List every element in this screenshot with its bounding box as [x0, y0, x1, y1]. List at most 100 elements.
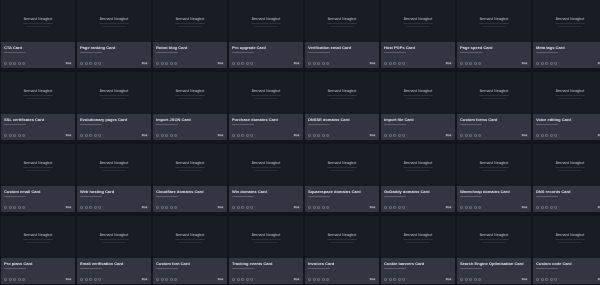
comment-icon[interactable]	[236, 206, 240, 209]
save-icon[interactable]	[321, 206, 325, 209]
like-icon[interactable]	[308, 206, 311, 209]
save-icon[interactable]	[169, 206, 173, 209]
save-icon[interactable]	[321, 62, 325, 65]
card-preview[interactable]: Bernard Neagbot	[533, 144, 600, 186]
comment-icon[interactable]	[540, 278, 544, 281]
like-icon[interactable]	[384, 206, 387, 209]
comment-icon[interactable]	[388, 62, 392, 65]
share-icon[interactable]	[89, 278, 93, 281]
share-icon[interactable]	[545, 278, 549, 281]
share-icon[interactable]	[13, 206, 17, 209]
card[interactable]: Bernard Neagbot CTA Card Free	[1, 0, 75, 68]
share-icon[interactable]	[317, 206, 321, 209]
like-icon[interactable]	[4, 134, 7, 137]
more-icon[interactable]	[22, 206, 26, 209]
more-icon[interactable]	[554, 206, 558, 209]
save-icon[interactable]	[17, 62, 21, 65]
comment-icon[interactable]	[236, 62, 240, 65]
card[interactable]: Bernard Neagbot Robot blog Card Free	[153, 0, 227, 68]
more-icon[interactable]	[98, 134, 102, 137]
like-icon[interactable]	[156, 134, 159, 137]
more-icon[interactable]	[478, 62, 482, 65]
more-icon[interactable]	[478, 134, 482, 137]
more-icon[interactable]	[174, 134, 178, 137]
card[interactable]: Bernard Neagbot DNS records Card Free	[533, 144, 600, 212]
save-icon[interactable]	[17, 206, 21, 209]
card[interactable]: Bernard Neagbot Wix domains Card Free	[229, 144, 303, 212]
save-icon[interactable]	[321, 134, 325, 137]
comment-icon[interactable]	[8, 278, 12, 281]
share-icon[interactable]	[165, 134, 169, 137]
more-icon[interactable]	[326, 134, 330, 137]
share-icon[interactable]	[469, 206, 473, 209]
comment-icon[interactable]	[160, 62, 164, 65]
card[interactable]: Bernard Neagbot Custom forms Card Free	[457, 72, 531, 140]
share-icon[interactable]	[469, 134, 473, 137]
like-icon[interactable]	[308, 134, 311, 137]
card[interactable]: Bernard Neagbot Invoices Card Free	[305, 216, 379, 284]
share-icon[interactable]	[469, 62, 473, 65]
card[interactable]: Bernard Neagbot Email verification Card …	[77, 216, 151, 284]
comment-icon[interactable]	[388, 134, 392, 137]
card[interactable]: Bernard Neagbot Purchase domains Card Fr…	[229, 72, 303, 140]
card[interactable]: Bernard Neagbot Verification email Card …	[305, 0, 379, 68]
more-icon[interactable]	[326, 206, 330, 209]
save-icon[interactable]	[473, 134, 477, 137]
like-icon[interactable]	[308, 278, 311, 281]
card-preview[interactable]: Bernard Neagbot	[457, 72, 531, 114]
save-icon[interactable]	[93, 278, 97, 281]
more-icon[interactable]	[554, 134, 558, 137]
comment-icon[interactable]	[540, 134, 544, 137]
comment-icon[interactable]	[8, 62, 12, 65]
comment-icon[interactable]	[388, 278, 392, 281]
card[interactable]: Bernard Neagbot Cloudflare domains Card …	[153, 144, 227, 212]
card-preview[interactable]: Bernard Neagbot	[1, 72, 75, 114]
more-icon[interactable]	[326, 278, 330, 281]
card[interactable]: Bernard Neagbot Squarespace domains Card…	[305, 144, 379, 212]
more-icon[interactable]	[22, 278, 26, 281]
card[interactable]: Bernard Neagbot Custom email Card Free	[1, 144, 75, 212]
like-icon[interactable]	[4, 278, 7, 281]
comment-icon[interactable]	[312, 278, 316, 281]
card-preview[interactable]: Bernard Neagbot	[381, 216, 455, 258]
save-icon[interactable]	[245, 134, 249, 137]
card-preview[interactable]: Bernard Neagbot	[77, 72, 151, 114]
like-icon[interactable]	[232, 134, 235, 137]
card-preview[interactable]: Bernard Neagbot	[229, 72, 303, 114]
like-icon[interactable]	[384, 134, 387, 137]
more-icon[interactable]	[478, 206, 482, 209]
card[interactable]: Bernard Neagbot Page speed Card Free	[457, 0, 531, 68]
more-icon[interactable]	[554, 62, 558, 65]
like-icon[interactable]	[232, 278, 235, 281]
comment-icon[interactable]	[312, 62, 316, 65]
card[interactable]: Bernard Neagbot Search Engine Optimisati…	[457, 216, 531, 284]
like-icon[interactable]	[536, 62, 539, 65]
like-icon[interactable]	[80, 278, 83, 281]
share-icon[interactable]	[241, 278, 245, 281]
like-icon[interactable]	[536, 278, 539, 281]
like-icon[interactable]	[232, 206, 235, 209]
card-preview[interactable]: Bernard Neagbot	[153, 216, 227, 258]
more-icon[interactable]	[250, 278, 254, 281]
save-icon[interactable]	[93, 134, 97, 137]
card-preview[interactable]: Bernard Neagbot	[77, 0, 151, 42]
save-icon[interactable]	[397, 206, 401, 209]
share-icon[interactable]	[317, 278, 321, 281]
save-icon[interactable]	[321, 278, 325, 281]
share-icon[interactable]	[393, 62, 397, 65]
card-preview[interactable]: Bernard Neagbot	[1, 216, 75, 258]
share-icon[interactable]	[13, 62, 17, 65]
share-icon[interactable]	[241, 134, 245, 137]
card[interactable]: Bernard Neagbot Tracking events Card Fre…	[229, 216, 303, 284]
like-icon[interactable]	[156, 62, 159, 65]
more-icon[interactable]	[250, 62, 254, 65]
comment-icon[interactable]	[236, 134, 240, 137]
more-icon[interactable]	[250, 134, 254, 137]
comment-icon[interactable]	[160, 134, 164, 137]
like-icon[interactable]	[308, 62, 311, 65]
card-preview[interactable]: Bernard Neagbot	[305, 216, 379, 258]
comment-icon[interactable]	[84, 134, 88, 137]
more-icon[interactable]	[402, 62, 406, 65]
card[interactable]: Bernard Neagbot Web hosting Card Free	[77, 144, 151, 212]
card-preview[interactable]: Bernard Neagbot	[229, 144, 303, 186]
